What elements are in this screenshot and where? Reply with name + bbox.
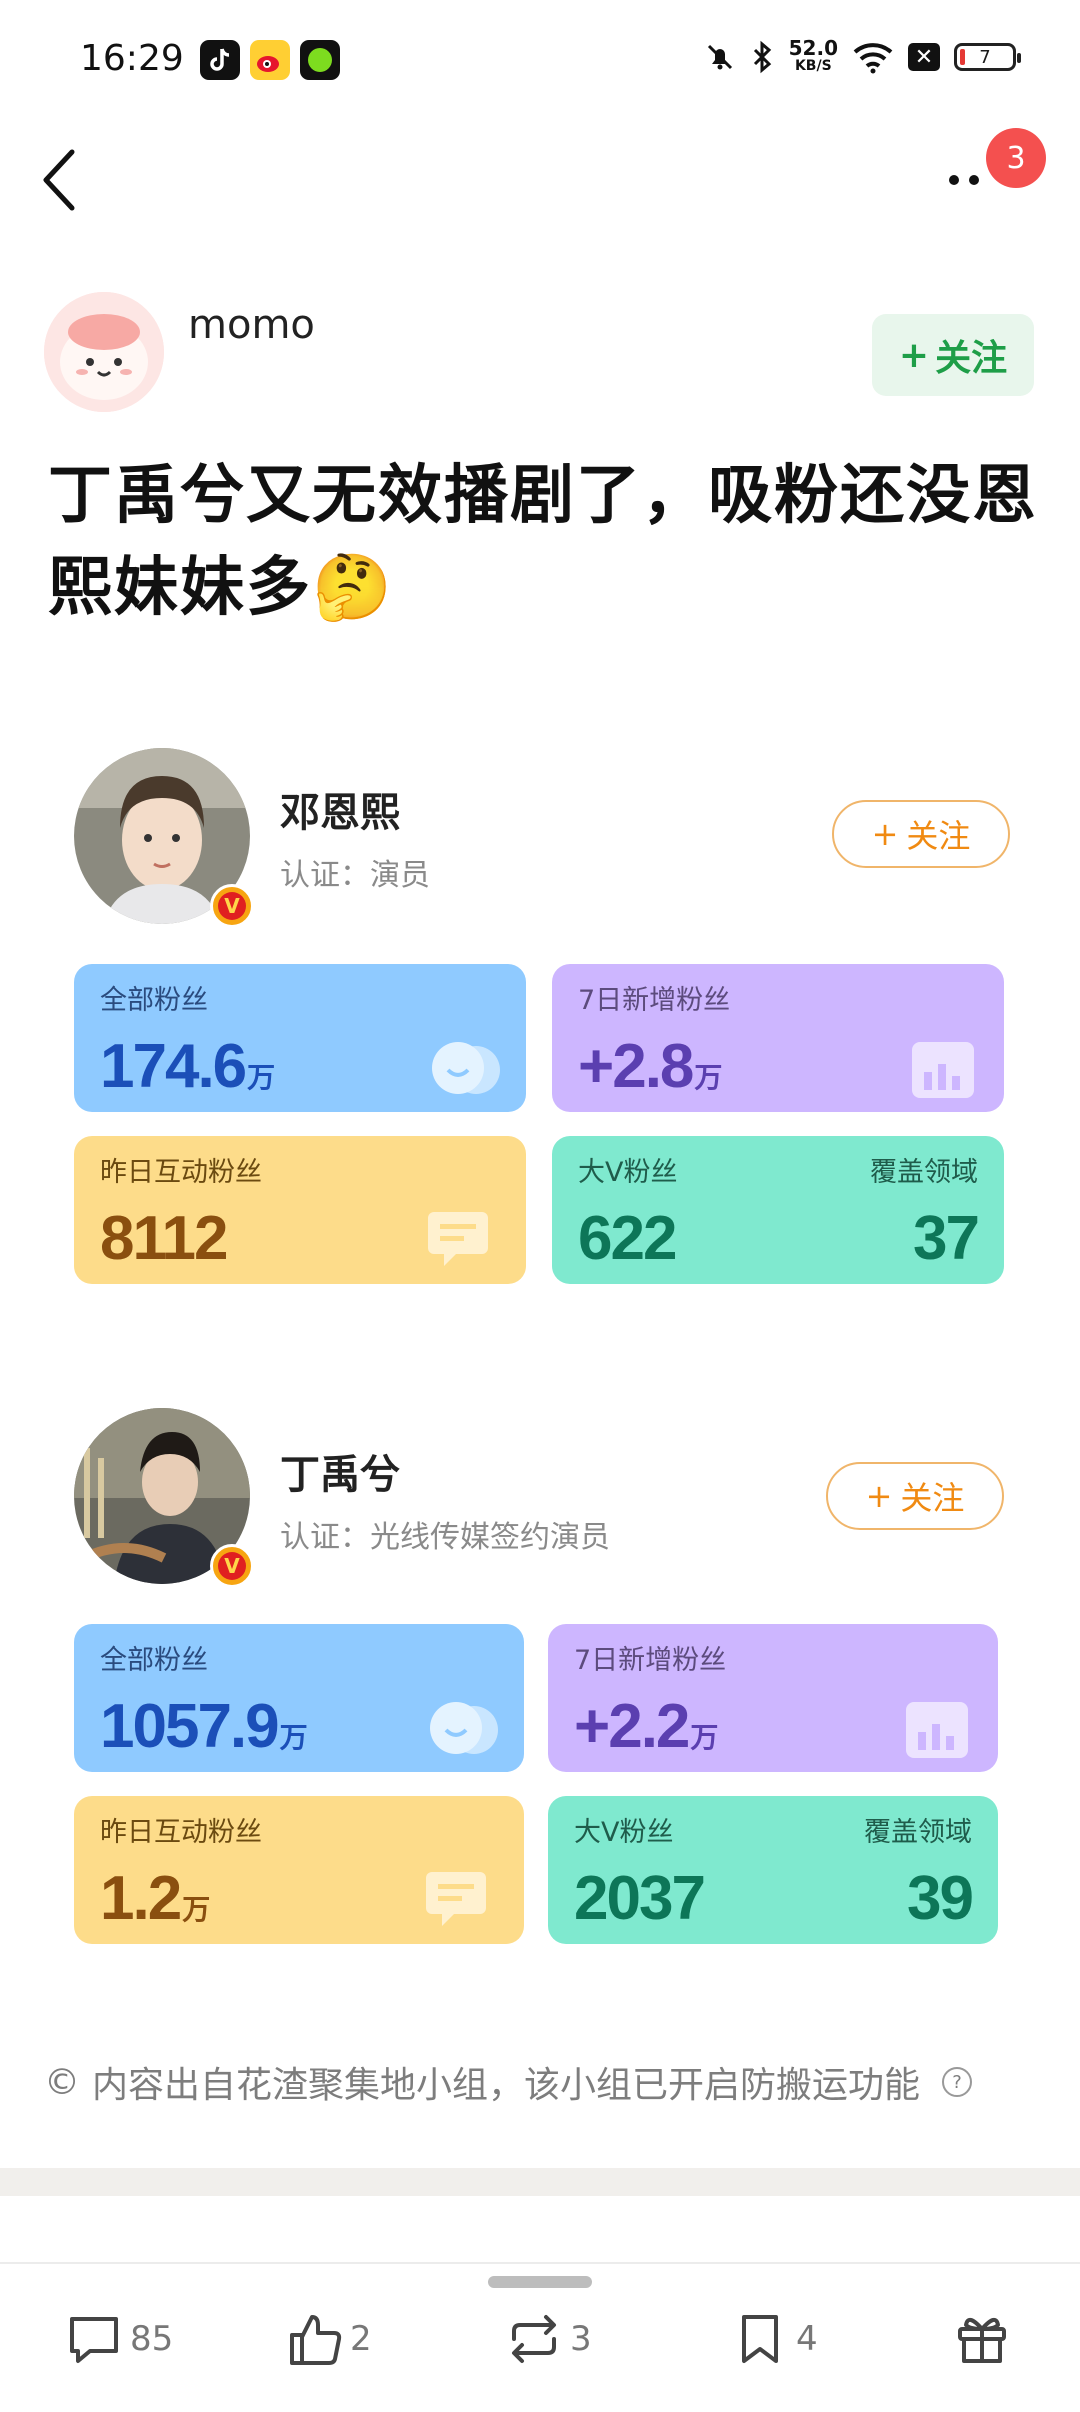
author-name[interactable]: momo bbox=[188, 302, 315, 348]
gift-button[interactable] bbox=[952, 2304, 1012, 2374]
plus-icon: + bbox=[871, 815, 899, 853]
stat-new-fans: 7日新增粉丝 +2.8万 bbox=[552, 964, 1004, 1112]
author-avatar[interactable] bbox=[44, 292, 164, 412]
bluetooth-icon bbox=[753, 40, 771, 74]
plus-icon: + bbox=[865, 1477, 893, 1515]
stat-interact-fans: 昨日互动粉丝 8112 bbox=[74, 1136, 526, 1284]
green-app-icon bbox=[300, 40, 340, 80]
notification-badge: 3 bbox=[986, 128, 1046, 188]
stat-new-fans: 7日新增粉丝 +2.2万 bbox=[548, 1624, 998, 1772]
verified-badge-icon: V bbox=[210, 1544, 254, 1588]
favorite-button[interactable]: 4 bbox=[730, 2304, 818, 2374]
chevron-left-icon bbox=[43, 149, 75, 211]
tiktok-icon bbox=[200, 40, 240, 80]
bottom-bar-border bbox=[0, 2262, 1080, 2264]
stat-all-fans: 全部粉丝 174.6万 bbox=[74, 964, 526, 1112]
wifi-icon bbox=[853, 43, 893, 74]
repost-button[interactable]: 3 bbox=[504, 2304, 592, 2374]
net-speed: 52.0 KB/S bbox=[788, 36, 838, 74]
chat-bubble-icon bbox=[426, 1872, 486, 1926]
repost-icon bbox=[512, 2315, 556, 2363]
verified-badge-icon: V bbox=[210, 884, 254, 928]
stat-bigv-fans: 大V粉丝 覆盖领域 2037 39 bbox=[548, 1796, 998, 1944]
fans-icon bbox=[430, 1702, 498, 1754]
comment-button[interactable]: 85 bbox=[64, 2304, 173, 2374]
profile-certification: 认证：光线传媒签约演员 bbox=[280, 1520, 610, 1555]
profile-certification: 认证：演员 bbox=[280, 858, 430, 893]
profile-name[interactable]: 丁禹兮 bbox=[280, 1442, 400, 1500]
plus-icon: + bbox=[898, 334, 930, 376]
stat-interact-fans: 昨日互动粉丝 1.2万 bbox=[74, 1796, 524, 1944]
profile-name[interactable]: 邓恩熙 bbox=[280, 780, 400, 838]
calendar-chart-icon bbox=[906, 1702, 968, 1758]
battery-icon: 7 bbox=[954, 43, 1021, 71]
mute-icon bbox=[707, 44, 732, 70]
profile-follow-button[interactable]: + 关注 bbox=[826, 1462, 1004, 1530]
close-box-icon: ✕ bbox=[908, 43, 940, 71]
thumbs-up-icon bbox=[290, 2315, 342, 2365]
comment-icon bbox=[70, 2317, 118, 2363]
help-icon[interactable]: ? bbox=[942, 2067, 973, 2097]
follow-author-button[interactable]: + 关注 bbox=[872, 314, 1034, 396]
copyright-icon: © bbox=[44, 2061, 80, 2103]
stat-bigv-fans: 大V粉丝 覆盖领域 622 37 bbox=[552, 1136, 1004, 1284]
gift-icon bbox=[958, 2317, 1006, 2363]
fans-icon bbox=[432, 1042, 500, 1094]
anti-repost-notice: © 内容出自花渣聚集地小组，该小组已开启防搬运功能 ? bbox=[44, 2056, 973, 2108]
status-bar: 16:29 52.0 KB/S ✕ 7 bbox=[0, 0, 1080, 110]
chat-bubble-icon bbox=[428, 1212, 488, 1266]
section-divider bbox=[0, 2168, 1080, 2196]
stat-all-fans: 全部粉丝 1057.9万 bbox=[74, 1624, 524, 1772]
back-button[interactable] bbox=[34, 140, 94, 220]
calendar-chart-icon bbox=[912, 1042, 974, 1098]
like-button[interactable]: 2 bbox=[284, 2304, 372, 2374]
weibo-icon bbox=[250, 40, 290, 80]
status-time: 16:29 bbox=[80, 38, 184, 79]
drag-handle[interactable] bbox=[488, 2276, 592, 2288]
profile-follow-button[interactable]: + 关注 bbox=[832, 800, 1010, 868]
post-title: 丁禹兮又无效播剧了，吸粉还没恩熙妹妹多🤔 bbox=[48, 459, 1038, 625]
bookmark-icon bbox=[742, 2315, 778, 2363]
